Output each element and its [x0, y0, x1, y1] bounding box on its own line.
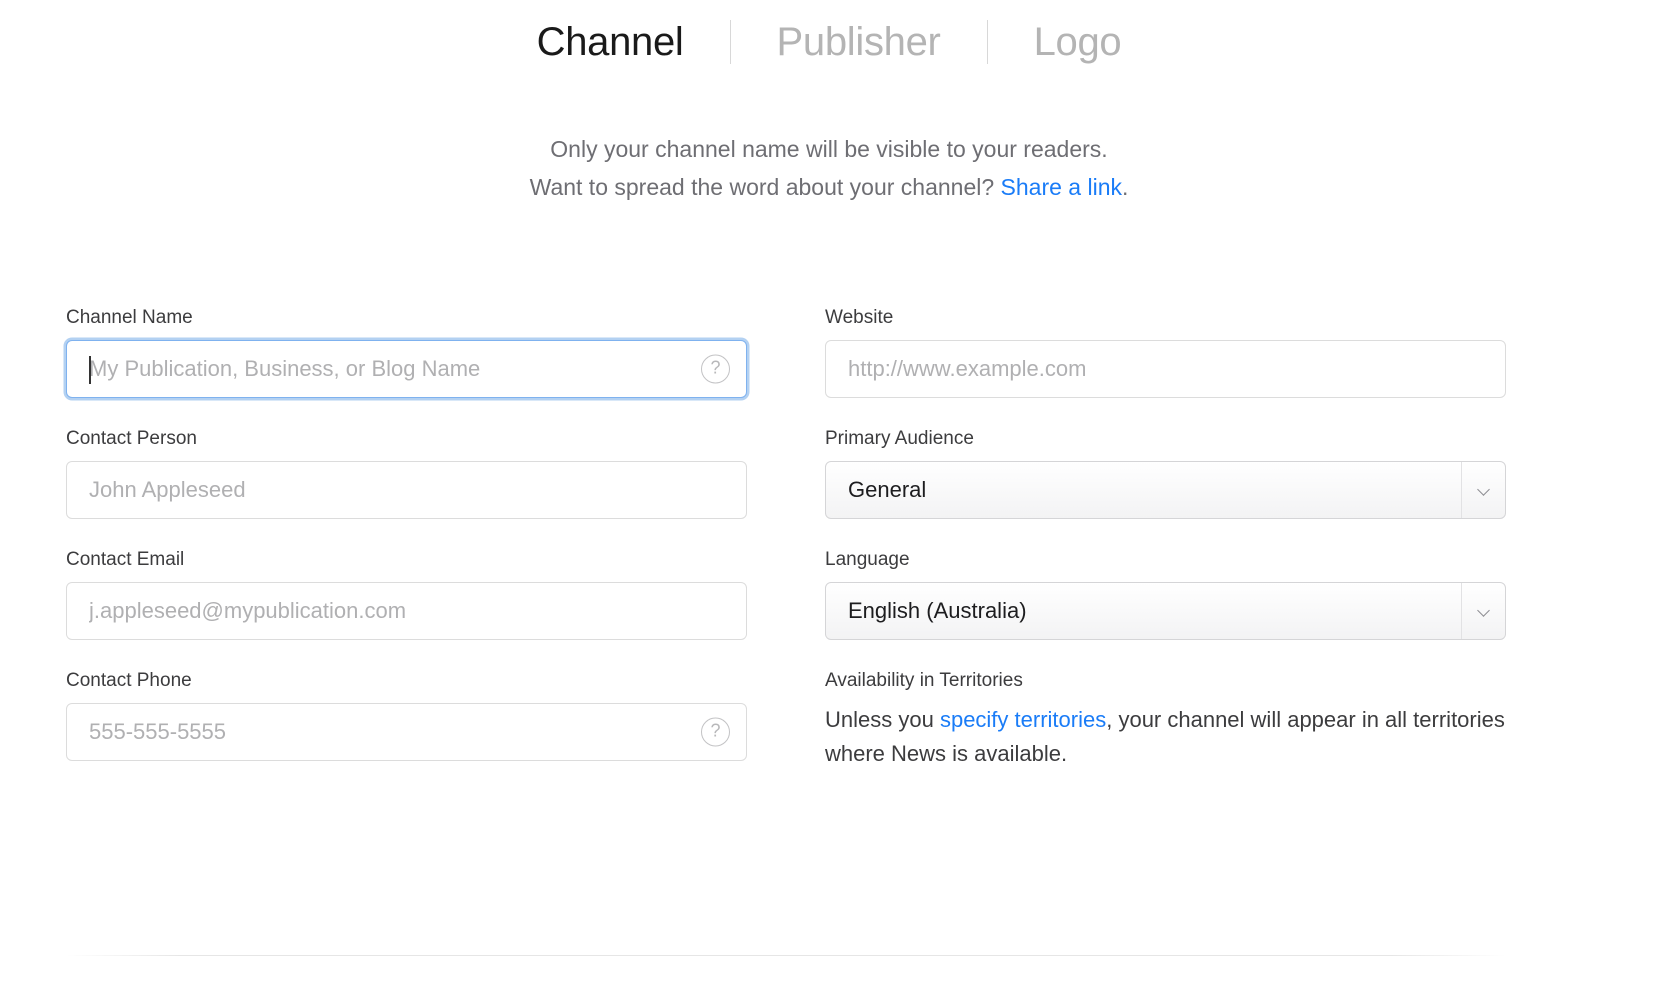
primary-audience-arrow-box[interactable]	[1461, 462, 1505, 518]
field-primary-audience: Primary Audience General	[825, 427, 1506, 519]
website-input[interactable]	[825, 340, 1506, 398]
label-contact-phone: Contact Phone	[66, 670, 192, 691]
intro-line-2-suffix: .	[1122, 174, 1129, 200]
field-channel-name: Channel Name ?	[66, 306, 747, 398]
contact-person-input[interactable]	[66, 461, 747, 519]
channel-name-help-icon[interactable]: ?	[701, 354, 730, 384]
website-input-wrap	[825, 340, 1506, 398]
chevron-down-icon	[1478, 605, 1490, 617]
contact-phone-input[interactable]	[66, 703, 747, 761]
contact-email-input-wrap	[66, 582, 747, 640]
text-caret	[89, 356, 91, 384]
label-website: Website	[825, 307, 894, 328]
contact-phone-help-icon[interactable]: ?	[701, 717, 730, 747]
label-primary-audience: Primary Audience	[825, 428, 974, 449]
territories-text-before: Unless you	[825, 707, 940, 732]
tab-logo[interactable]: Logo	[988, 22, 1168, 62]
label-channel-name: Channel Name	[66, 307, 193, 328]
field-contact-phone: Contact Phone ?	[66, 669, 747, 771]
intro-line-2-prefix: Want to spread the word about your chann…	[529, 174, 1001, 200]
contact-email-input[interactable]	[66, 582, 747, 640]
label-contact-email: Contact Email	[66, 549, 185, 570]
field-contact-person: Contact Person	[66, 427, 747, 519]
language-value: English (Australia)	[848, 598, 1027, 623]
intro-line-2: Want to spread the word about your chann…	[0, 168, 1658, 206]
share-a-link[interactable]: Share a link	[1001, 174, 1122, 200]
intro-text: Only your channel name will be visible t…	[0, 130, 1658, 206]
primary-audience-value: General	[848, 477, 927, 502]
intro-line-1: Only your channel name will be visible t…	[550, 136, 1108, 162]
channel-form: Channel Name ? Website Contact Person Pr…	[66, 306, 1506, 800]
field-website: Website	[825, 306, 1506, 398]
label-language: Language	[825, 549, 910, 570]
tab-channel[interactable]: Channel	[491, 22, 730, 62]
field-language: Language English (Australia)	[825, 548, 1506, 640]
language-arrow-box[interactable]	[1461, 583, 1505, 639]
chevron-down-icon	[1478, 484, 1490, 496]
contact-person-input-wrap	[66, 461, 747, 519]
field-territories: Availability in Territories Unless you s…	[825, 669, 1506, 771]
tab-publisher[interactable]: Publisher	[731, 22, 987, 62]
tab-bar: Channel Publisher Logo	[0, 0, 1658, 66]
label-contact-person: Contact Person	[66, 428, 197, 449]
specify-territories-link[interactable]: specify territories	[940, 707, 1106, 732]
territories-description: Unless you specify territories, your cha…	[825, 703, 1505, 771]
label-availability-territories: Availability in Territories	[825, 670, 1023, 691]
channel-name-input-wrap: ?	[66, 340, 747, 398]
bottom-divider	[66, 955, 1506, 956]
language-select[interactable]: English (Australia)	[825, 582, 1506, 640]
contact-phone-input-wrap: ?	[66, 703, 747, 761]
primary-audience-select[interactable]: General	[825, 461, 1506, 519]
channel-name-input[interactable]	[66, 340, 747, 398]
field-contact-email: Contact Email	[66, 548, 747, 640]
